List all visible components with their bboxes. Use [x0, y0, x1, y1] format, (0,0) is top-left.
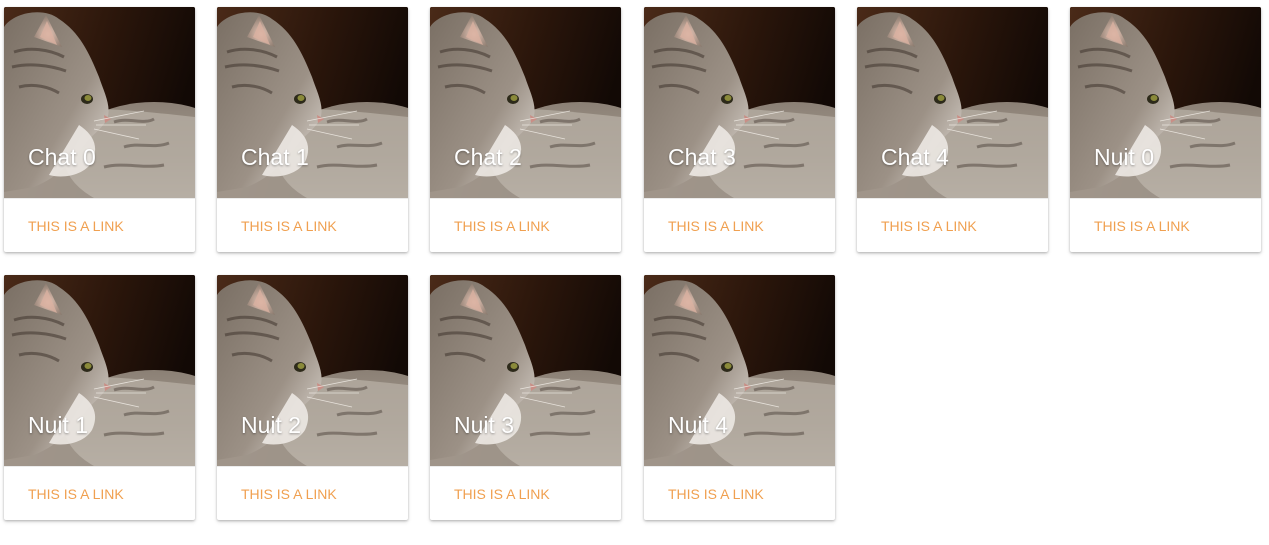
- card-link[interactable]: THIS IS A LINK: [668, 486, 764, 502]
- card-link[interactable]: THIS IS A LINK: [241, 218, 337, 234]
- card-title: Chat 2: [454, 144, 522, 170]
- card-link[interactable]: THIS IS A LINK: [241, 486, 337, 502]
- card-action: THIS IS A LINK: [430, 198, 621, 252]
- card-chat-3: Chat 3 THIS IS A LINK: [644, 7, 835, 252]
- card-image: Nuit 4: [644, 275, 835, 466]
- card-link[interactable]: THIS IS A LINK: [28, 218, 124, 234]
- card-title: Chat 1: [241, 144, 309, 170]
- card-link[interactable]: THIS IS A LINK: [454, 486, 550, 502]
- card-image: Nuit 2: [217, 275, 408, 466]
- card-action: THIS IS A LINK: [644, 198, 835, 252]
- card-title: Nuit 3: [454, 412, 515, 438]
- card-title: Nuit 4: [668, 412, 729, 438]
- card-action: THIS IS A LINK: [857, 198, 1048, 252]
- card-nuit-3: Nuit 3 THIS IS A LINK: [430, 275, 621, 520]
- card-nuit-1: Nuit 1 THIS IS A LINK: [4, 275, 195, 520]
- card-link[interactable]: THIS IS A LINK: [668, 218, 764, 234]
- card-image: Chat 2: [430, 7, 621, 198]
- card-image: Nuit 0: [1070, 7, 1261, 198]
- card-action: THIS IS A LINK: [4, 198, 195, 252]
- card-title: Nuit 0: [1094, 144, 1155, 170]
- card-chat-4: Chat 4 THIS IS A LINK: [857, 7, 1048, 252]
- card-action: THIS IS A LINK: [644, 466, 835, 520]
- card-image: Nuit 1: [4, 275, 195, 466]
- card-grid: Chat 0 THIS IS A LINK Chat 1 THIS IS A L…: [0, 0, 1269, 545]
- card-action: THIS IS A LINK: [217, 466, 408, 520]
- card-link[interactable]: THIS IS A LINK: [454, 218, 550, 234]
- card-action: THIS IS A LINK: [1070, 198, 1261, 252]
- card-image: Chat 3: [644, 7, 835, 198]
- card-link[interactable]: THIS IS A LINK: [881, 218, 977, 234]
- card-nuit-4: Nuit 4 THIS IS A LINK: [644, 275, 835, 520]
- card-title: Chat 0: [28, 144, 96, 170]
- card-title: Nuit 2: [241, 412, 302, 438]
- card-image: Chat 1: [217, 7, 408, 198]
- card-image: Nuit 3: [430, 275, 621, 466]
- card-chat-1: Chat 1 THIS IS A LINK: [217, 7, 408, 252]
- card-image: Chat 4: [857, 7, 1048, 198]
- card-image: Chat 0: [4, 7, 195, 198]
- card-action: THIS IS A LINK: [430, 466, 621, 520]
- card-title: Chat 4: [881, 144, 949, 170]
- card-chat-0: Chat 0 THIS IS A LINK: [4, 7, 195, 252]
- card-nuit-0: Nuit 0 THIS IS A LINK: [1070, 7, 1261, 252]
- card-title: Nuit 1: [28, 412, 89, 438]
- card-link[interactable]: THIS IS A LINK: [28, 486, 124, 502]
- card-nuit-2: Nuit 2 THIS IS A LINK: [217, 275, 408, 520]
- card-title: Chat 3: [668, 144, 736, 170]
- card-link[interactable]: THIS IS A LINK: [1094, 218, 1190, 234]
- card-action: THIS IS A LINK: [4, 466, 195, 520]
- card-action: THIS IS A LINK: [217, 198, 408, 252]
- card-chat-2: Chat 2 THIS IS A LINK: [430, 7, 621, 252]
